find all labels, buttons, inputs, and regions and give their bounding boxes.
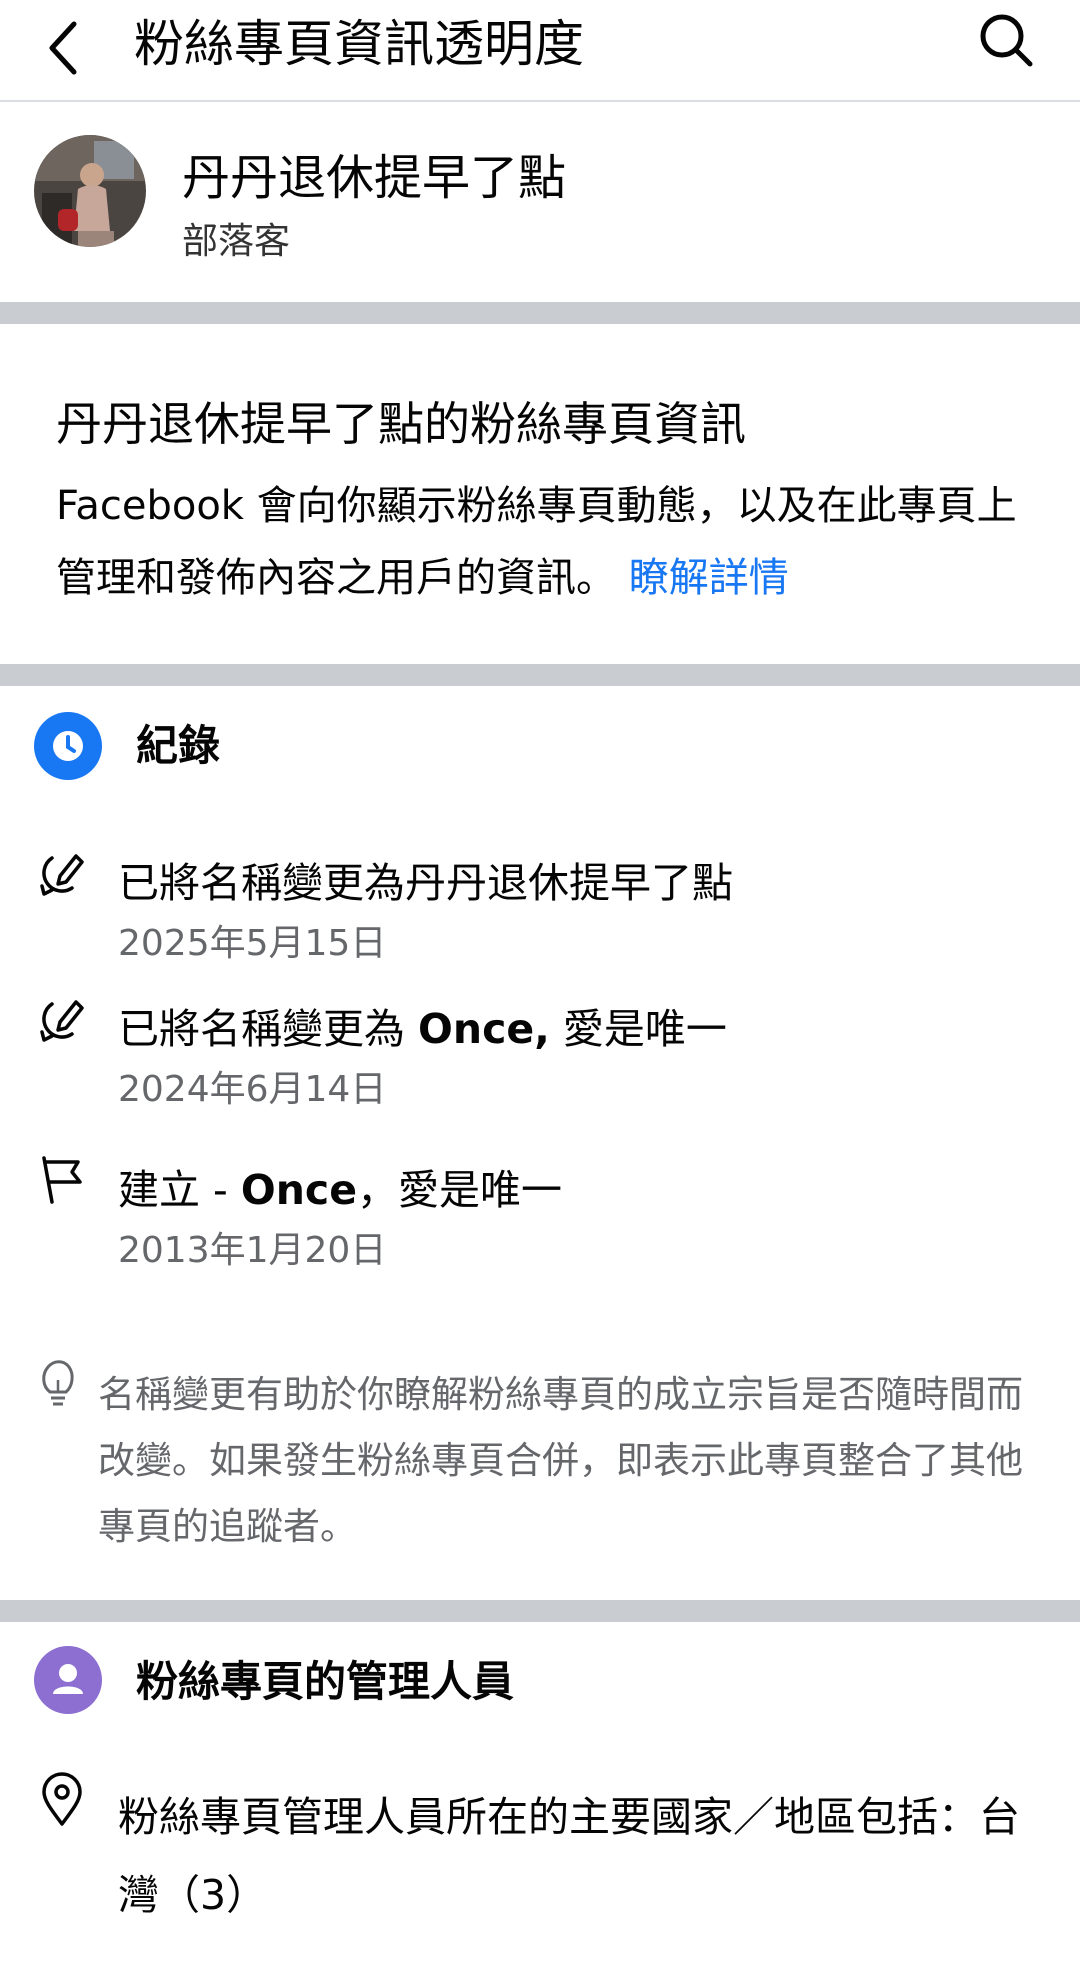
location-pin-icon xyxy=(38,1772,86,1828)
manager-location-text: 粉絲專頁管理人員所在的主要國家／地區包括：台灣（3） xyxy=(118,1793,1020,1919)
history-item-date: 2024年6月14日 xyxy=(118,1069,387,1110)
history-item-date: 2025年5月15日 xyxy=(118,923,387,964)
managers-title: 粉絲專頁的管理人員 xyxy=(136,1657,515,1706)
history-item-text: 建立 - Once，愛是唯一 xyxy=(118,1166,563,1214)
history-item-date: 2013年1月20日 xyxy=(118,1230,387,1271)
section-divider xyxy=(0,664,1080,686)
edit-name-icon xyxy=(32,992,88,1048)
history-item-text: 已將名稱變更為 Once, 愛是唯一 xyxy=(118,1005,727,1053)
section-heading: 丹丹退休提早了點的粉絲專頁資訊 xyxy=(56,397,746,451)
edit-name-icon xyxy=(32,846,88,902)
page-name: 丹丹退休提早了點 xyxy=(182,150,567,206)
page-category: 部落客 xyxy=(182,221,291,262)
intro-description: Facebook 會向你顯示粉絲專頁動態，以及在此專頁上管理和發佈內容之用戶的資… xyxy=(56,470,1036,614)
chevron-left-icon[interactable] xyxy=(40,10,92,82)
section-divider xyxy=(0,1600,1080,1622)
learn-more-link[interactable]: 瞭解詳情 xyxy=(629,555,789,601)
avatar[interactable] xyxy=(34,135,146,247)
page-title: 粉絲專頁資訊透明度 xyxy=(134,15,584,73)
section-divider xyxy=(0,302,1080,324)
history-title: 紀錄 xyxy=(136,721,221,770)
clock-icon xyxy=(34,712,102,780)
search-icon[interactable] xyxy=(974,8,1038,72)
history-item-text: 已將名稱變更為丹丹退休提早了點 xyxy=(118,859,733,907)
lightbulb-icon xyxy=(38,1356,78,1412)
flag-icon xyxy=(34,1152,90,1208)
intro-text: Facebook 會向你顯示粉絲專頁動態，以及在此專頁上管理和發佈內容之用戶的資… xyxy=(56,483,1017,601)
history-note: 名稱變更有助於你瞭解粉絲專頁的成立宗旨是否隨時間而改變。如果發生粉絲專頁合併，即… xyxy=(98,1373,1023,1548)
person-icon xyxy=(34,1646,102,1714)
